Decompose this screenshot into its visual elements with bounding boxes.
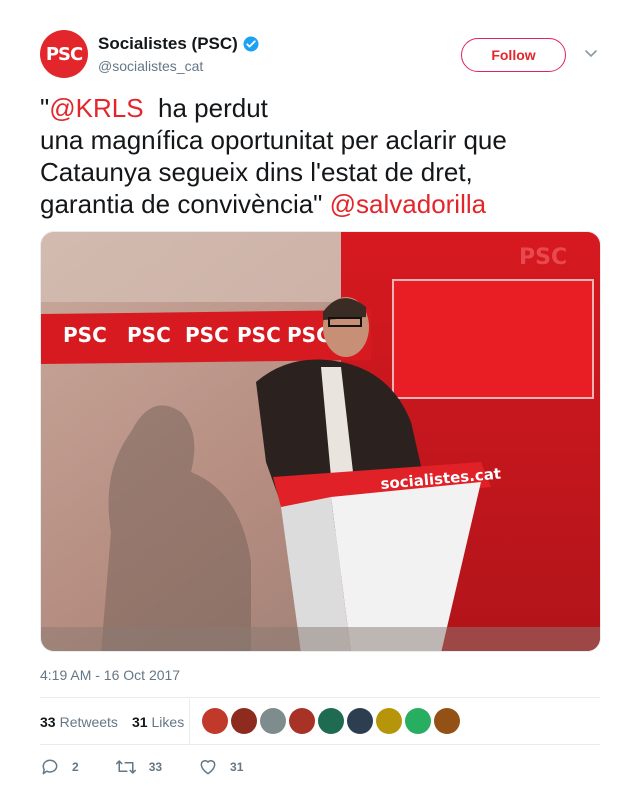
tweet-timestamp[interactable]: 4:19 AM - 16 Oct 2017 [40, 667, 180, 683]
divider-bottom [40, 744, 600, 745]
liker-avatar[interactable] [434, 708, 460, 734]
reply-icon [42, 759, 58, 775]
quote-mark: " [40, 93, 50, 123]
liker-avatars [202, 708, 463, 734]
tweet-line-2: una magnífica oportunitat per aclarir qu… [40, 125, 507, 155]
liker-avatar[interactable] [231, 708, 257, 734]
stats-separator [189, 699, 190, 744]
retweet-button[interactable]: 33 [115, 757, 162, 777]
tweet-line-4-text: garantia de convivència" [40, 189, 330, 219]
photo-illustration: PSC PSC PSC PSC PSC PSC socialistes.cat [41, 232, 600, 651]
engagement-stats: 33 Retweets 31 Likes [40, 699, 600, 744]
mention-link-salvadorilla[interactable]: @salvadorilla [330, 189, 486, 219]
banner-logo-2: PSC [127, 323, 171, 347]
avatar-logo-text: PSC [45, 43, 83, 65]
liker-avatar[interactable] [376, 708, 402, 734]
backdrop-logo-right: PSC [519, 245, 567, 270]
liker-avatar[interactable] [260, 708, 286, 734]
liker-avatar[interactable] [405, 708, 431, 734]
tweet-line-1-text: ha perdut [143, 93, 268, 123]
account-info[interactable]: Socialistes (PSC) @socialistes_cat [98, 34, 260, 74]
tweet-line-1: "@KRLS ha perdut [40, 92, 600, 124]
reply-count: 2 [72, 760, 79, 774]
follow-button[interactable]: Follow [461, 38, 566, 72]
tweet-text: "@KRLS ha perdut una magnífica oportunit… [40, 92, 600, 220]
verified-badge-icon [243, 36, 259, 52]
retweets-stat[interactable]: 33 Retweets [40, 714, 118, 730]
liker-avatar[interactable] [318, 708, 344, 734]
like-button[interactable]: 31 [198, 757, 243, 777]
retweet-icon [115, 760, 136, 774]
chevron-down-icon[interactable] [584, 46, 598, 60]
display-name[interactable]: Socialistes (PSC) [98, 34, 260, 54]
heart-icon [200, 760, 216, 775]
tweet-photo[interactable]: PSC PSC PSC PSC PSC PSC socialistes.cat [40, 231, 601, 652]
banner-logo-4: PSC [237, 323, 281, 347]
account-handle[interactable]: @socialistes_cat [98, 58, 260, 74]
banner-logo-1: PSC [63, 323, 107, 347]
retweets-label: Retweets [59, 713, 118, 730]
tweet-line-3: Cataunya segueix dins l'estat de dret, [40, 157, 473, 187]
like-count: 31 [230, 760, 244, 774]
banner-logo-3: PSC [185, 323, 229, 347]
likes-stat[interactable]: 31 Likes [132, 714, 184, 730]
retweet-count: 33 [148, 760, 163, 774]
liker-avatar[interactable] [202, 708, 228, 734]
likes-count: 31 [131, 713, 148, 730]
liker-avatar[interactable] [347, 708, 373, 734]
tweet-actions: 2 33 31 [40, 756, 279, 778]
likes-label: Likes [151, 713, 185, 730]
tweet-header: PSC Socialistes (PSC) @socialistes_cat F… [40, 30, 600, 80]
divider-top [40, 697, 600, 698]
retweets-count: 33 [40, 713, 56, 730]
reply-button[interactable]: 2 [40, 757, 79, 777]
tweet-line-4: garantia de convivència" @salvadorilla [40, 188, 600, 220]
display-name-text: Socialistes (PSC) [98, 34, 238, 53]
mention-link-krls[interactable]: @KRLS [49, 93, 143, 123]
avatar[interactable]: PSC [40, 30, 88, 78]
liker-avatar[interactable] [289, 708, 315, 734]
